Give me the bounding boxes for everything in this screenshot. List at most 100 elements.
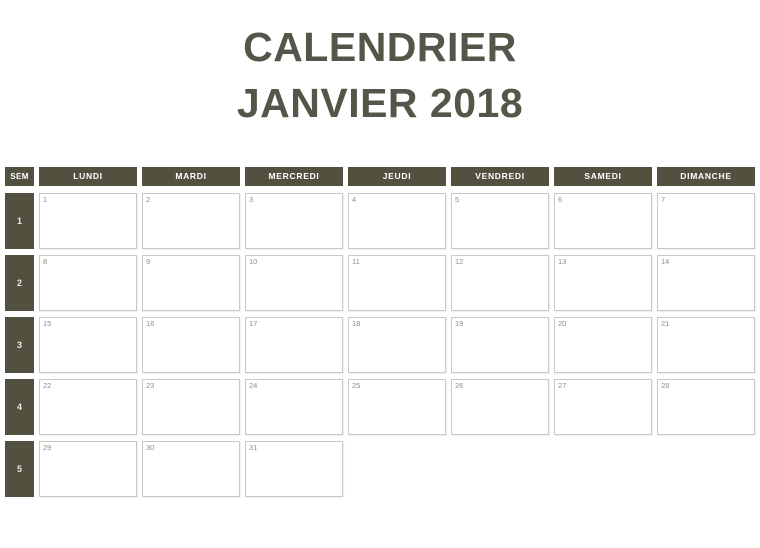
day-cell[interactable]: 7 — [657, 193, 755, 249]
day-number: 4 — [352, 195, 357, 204]
day-cell-container[interactable]: 16 — [142, 317, 240, 373]
day-cell[interactable]: 1 — [39, 193, 137, 249]
day-cell[interactable]: 8 — [39, 255, 137, 311]
day-cell-container[interactable]: 8 — [39, 255, 137, 311]
day-cell-container[interactable]: 25 — [348, 379, 446, 435]
day-cell[interactable]: 20 — [554, 317, 652, 373]
day-cell[interactable]: 3 — [245, 193, 343, 249]
day-cell-empty — [554, 441, 652, 497]
calendar-header-row: SEM LUNDI MARDI MERCREDI JEUDI VENDREDI … — [5, 167, 755, 186]
week-number-cell: 2 — [5, 255, 34, 311]
calendar-week-row: 3 15 16 17 18 19 20 21 — [5, 317, 755, 373]
day-cell-container[interactable]: 20 — [554, 317, 652, 373]
day-cell-container[interactable]: 24 — [245, 379, 343, 435]
day-cell[interactable]: 28 — [657, 379, 755, 435]
day-cell[interactable]: 27 — [554, 379, 652, 435]
calendar-page: CALENDRIER JANVIER 2018 SEM LUNDI MARDI … — [0, 0, 760, 548]
day-cell[interactable]: 22 — [39, 379, 137, 435]
day-cell[interactable]: 13 — [554, 255, 652, 311]
day-cell-container[interactable]: 15 — [39, 317, 137, 373]
day-cell-empty — [348, 441, 446, 497]
day-number: 29 — [43, 443, 52, 452]
week-number-label: 2 — [5, 255, 34, 311]
day-cell[interactable]: 4 — [348, 193, 446, 249]
day-cell[interactable]: 24 — [245, 379, 343, 435]
week-number-label: 5 — [5, 441, 34, 497]
week-number-label: 1 — [5, 193, 34, 249]
day-cell[interactable]: 25 — [348, 379, 446, 435]
day-cell[interactable]: 11 — [348, 255, 446, 311]
day-number: 31 — [249, 443, 258, 452]
day-cell-container[interactable]: 7 — [657, 193, 755, 249]
day-cell-container[interactable]: 9 — [142, 255, 240, 311]
day-cell[interactable]: 19 — [451, 317, 549, 373]
day-cell-container[interactable]: 4 — [348, 193, 446, 249]
day-cell[interactable]: 16 — [142, 317, 240, 373]
day-cell-container[interactable]: 13 — [554, 255, 652, 311]
day-cell-container[interactable]: 12 — [451, 255, 549, 311]
day-cell[interactable]: 29 — [39, 441, 137, 497]
day-number: 14 — [661, 257, 670, 266]
day-cell-container[interactable]: 11 — [348, 255, 446, 311]
day-number: 16 — [146, 319, 155, 328]
day-number: 30 — [146, 443, 155, 452]
day-number: 25 — [352, 381, 361, 390]
day-cell-container[interactable]: 28 — [657, 379, 755, 435]
day-number: 18 — [352, 319, 361, 328]
day-cell[interactable]: 12 — [451, 255, 549, 311]
day-cell-container[interactable]: 31 — [245, 441, 343, 497]
title-line-month-word: CALENDRIER — [243, 24, 517, 70]
day-number: 20 — [558, 319, 567, 328]
day-cell-container[interactable]: 6 — [554, 193, 652, 249]
day-cell[interactable]: 21 — [657, 317, 755, 373]
day-cell-container[interactable]: 27 — [554, 379, 652, 435]
day-cell[interactable]: 23 — [142, 379, 240, 435]
calendar-grid: SEM LUNDI MARDI MERCREDI JEUDI VENDREDI … — [5, 167, 755, 503]
day-cell-container[interactable]: 10 — [245, 255, 343, 311]
day-cell-container[interactable]: 1 — [39, 193, 137, 249]
day-cell[interactable]: 17 — [245, 317, 343, 373]
day-cell-container[interactable]: 3 — [245, 193, 343, 249]
day-cell-container-empty — [657, 441, 755, 497]
day-cell-container[interactable]: 14 — [657, 255, 755, 311]
week-number-cell: 1 — [5, 193, 34, 249]
day-number: 23 — [146, 381, 155, 390]
day-cell-container[interactable]: 17 — [245, 317, 343, 373]
day-cell[interactable]: 6 — [554, 193, 652, 249]
day-cell[interactable]: 26 — [451, 379, 549, 435]
day-cell[interactable]: 15 — [39, 317, 137, 373]
day-number: 11 — [352, 257, 360, 266]
day-cell[interactable]: 30 — [142, 441, 240, 497]
day-number: 5 — [455, 195, 460, 204]
calendar-week-row: 5 29 30 31 — [5, 441, 755, 497]
day-cell-container[interactable]: 23 — [142, 379, 240, 435]
day-number: 19 — [455, 319, 464, 328]
day-cell[interactable]: 10 — [245, 255, 343, 311]
calendar-week-row: 4 22 23 24 25 26 27 28 — [5, 379, 755, 435]
calendar-week-row: 2 8 9 10 11 12 13 14 — [5, 255, 755, 311]
day-cell[interactable]: 2 — [142, 193, 240, 249]
header-cell-week-column: SEM — [5, 167, 34, 186]
day-cell-container[interactable]: 2 — [142, 193, 240, 249]
day-cell-container-empty — [554, 441, 652, 497]
day-cell-container[interactable]: 22 — [39, 379, 137, 435]
day-cell[interactable]: 14 — [657, 255, 755, 311]
day-cell[interactable]: 5 — [451, 193, 549, 249]
day-cell[interactable]: 9 — [142, 255, 240, 311]
day-cell-container[interactable]: 26 — [451, 379, 549, 435]
day-cell-container[interactable]: 29 — [39, 441, 137, 497]
day-cell-container[interactable]: 5 — [451, 193, 549, 249]
day-number: 13 — [558, 257, 567, 266]
title-line-month-year: JANVIER 2018 — [236, 80, 524, 126]
day-cell[interactable]: 31 — [245, 441, 343, 497]
day-cell-container[interactable]: 21 — [657, 317, 755, 373]
day-number: 21 — [661, 319, 670, 328]
week-number-label: 3 — [5, 317, 34, 373]
day-cell-container[interactable]: 19 — [451, 317, 549, 373]
day-cell-container[interactable]: 30 — [142, 441, 240, 497]
day-number: 12 — [455, 257, 464, 266]
header-cell-vendredi: VENDREDI — [451, 167, 549, 186]
header-label-samedi: SAMEDI — [554, 167, 652, 186]
day-cell[interactable]: 18 — [348, 317, 446, 373]
day-cell-container[interactable]: 18 — [348, 317, 446, 373]
